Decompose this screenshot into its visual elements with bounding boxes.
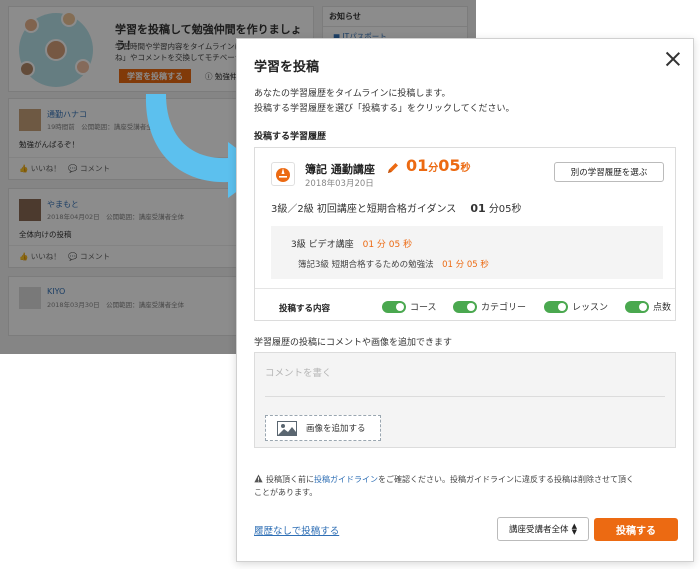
- course-logo-icon: [271, 162, 295, 186]
- guideline-link[interactable]: 投稿ガイドライン: [314, 475, 378, 484]
- comment-input[interactable]: [265, 359, 665, 397]
- warning-icon: [254, 474, 263, 483]
- image-icon: [277, 420, 297, 436]
- select-arrows-icon: ▲ ▼: [571, 522, 577, 536]
- modal-description: あなたの学習履歴をタイムラインに投稿します。 投稿する学習履歴を選び「投稿する」…: [254, 89, 515, 114]
- lesson-item: 簿記3級 短期合格するための勉強法 01 分 05 秒: [298, 260, 489, 270]
- toggle-switch[interactable]: [625, 300, 649, 313]
- toggle-switch[interactable]: [382, 300, 406, 313]
- toggle-switch[interactable]: [544, 300, 568, 313]
- guideline-notice: 投稿頂く前に投稿ガイドラインをご確認ください。投稿ガイドラインに違反する投稿は削…: [254, 474, 634, 497]
- toggle-category[interactable]: カテゴリー: [453, 300, 526, 313]
- toggle-score[interactable]: 点数: [625, 300, 671, 313]
- content-label: 投稿する内容: [279, 304, 331, 314]
- course-line: 3級／2級 初回講座と短期合格ガイダンス 01 分05秒: [271, 202, 522, 215]
- close-icon[interactable]: [665, 51, 681, 67]
- toggle-lesson[interactable]: レッスン: [544, 300, 608, 313]
- post-without-history-link[interactable]: 履歴なしで投稿する: [254, 523, 339, 537]
- lesson-title: 3級 ビデオ講座 01 分 05 秒: [291, 240, 413, 250]
- comment-area: 画像を追加する: [254, 352, 676, 448]
- toggle-course[interactable]: コース: [382, 300, 437, 313]
- post-study-modal: 学習を投稿 あなたの学習履歴をタイムラインに投稿します。 投稿する学習履歴を選び…: [236, 38, 694, 562]
- scope-select[interactable]: 講座受講者全体 ▲ ▼: [497, 517, 589, 541]
- history-date: 2018年03月20日: [305, 179, 374, 189]
- course-name: 簿記 通勤講座: [305, 163, 375, 176]
- content-toggles: 投稿する内容 コース カテゴリー レッスン 点数: [255, 288, 675, 321]
- modal-title: 学習を投稿: [254, 60, 320, 75]
- add-image-button[interactable]: 画像を追加する: [265, 415, 381, 441]
- add-comment-hint: 学習履歴の投稿にコメントや画像を追加できます: [254, 338, 453, 348]
- history-section-label: 投稿する学習履歴: [254, 132, 327, 142]
- change-history-button[interactable]: 別の学習履歴を選ぶ: [554, 162, 664, 182]
- pencil-icon: [388, 163, 398, 173]
- toggle-switch[interactable]: [453, 300, 477, 313]
- lesson-detail: 3級 ビデオ講座 01 分 05 秒 簿記3級 短期合格するための勉強法 01 …: [271, 226, 663, 279]
- study-time: 01分05秒: [406, 156, 471, 175]
- study-history-card: 簿記 通勤講座 2018年03月20日 01分05秒 別の学習履歴を選ぶ 3級／…: [254, 147, 676, 321]
- submit-post-button[interactable]: 投稿する: [594, 518, 678, 541]
